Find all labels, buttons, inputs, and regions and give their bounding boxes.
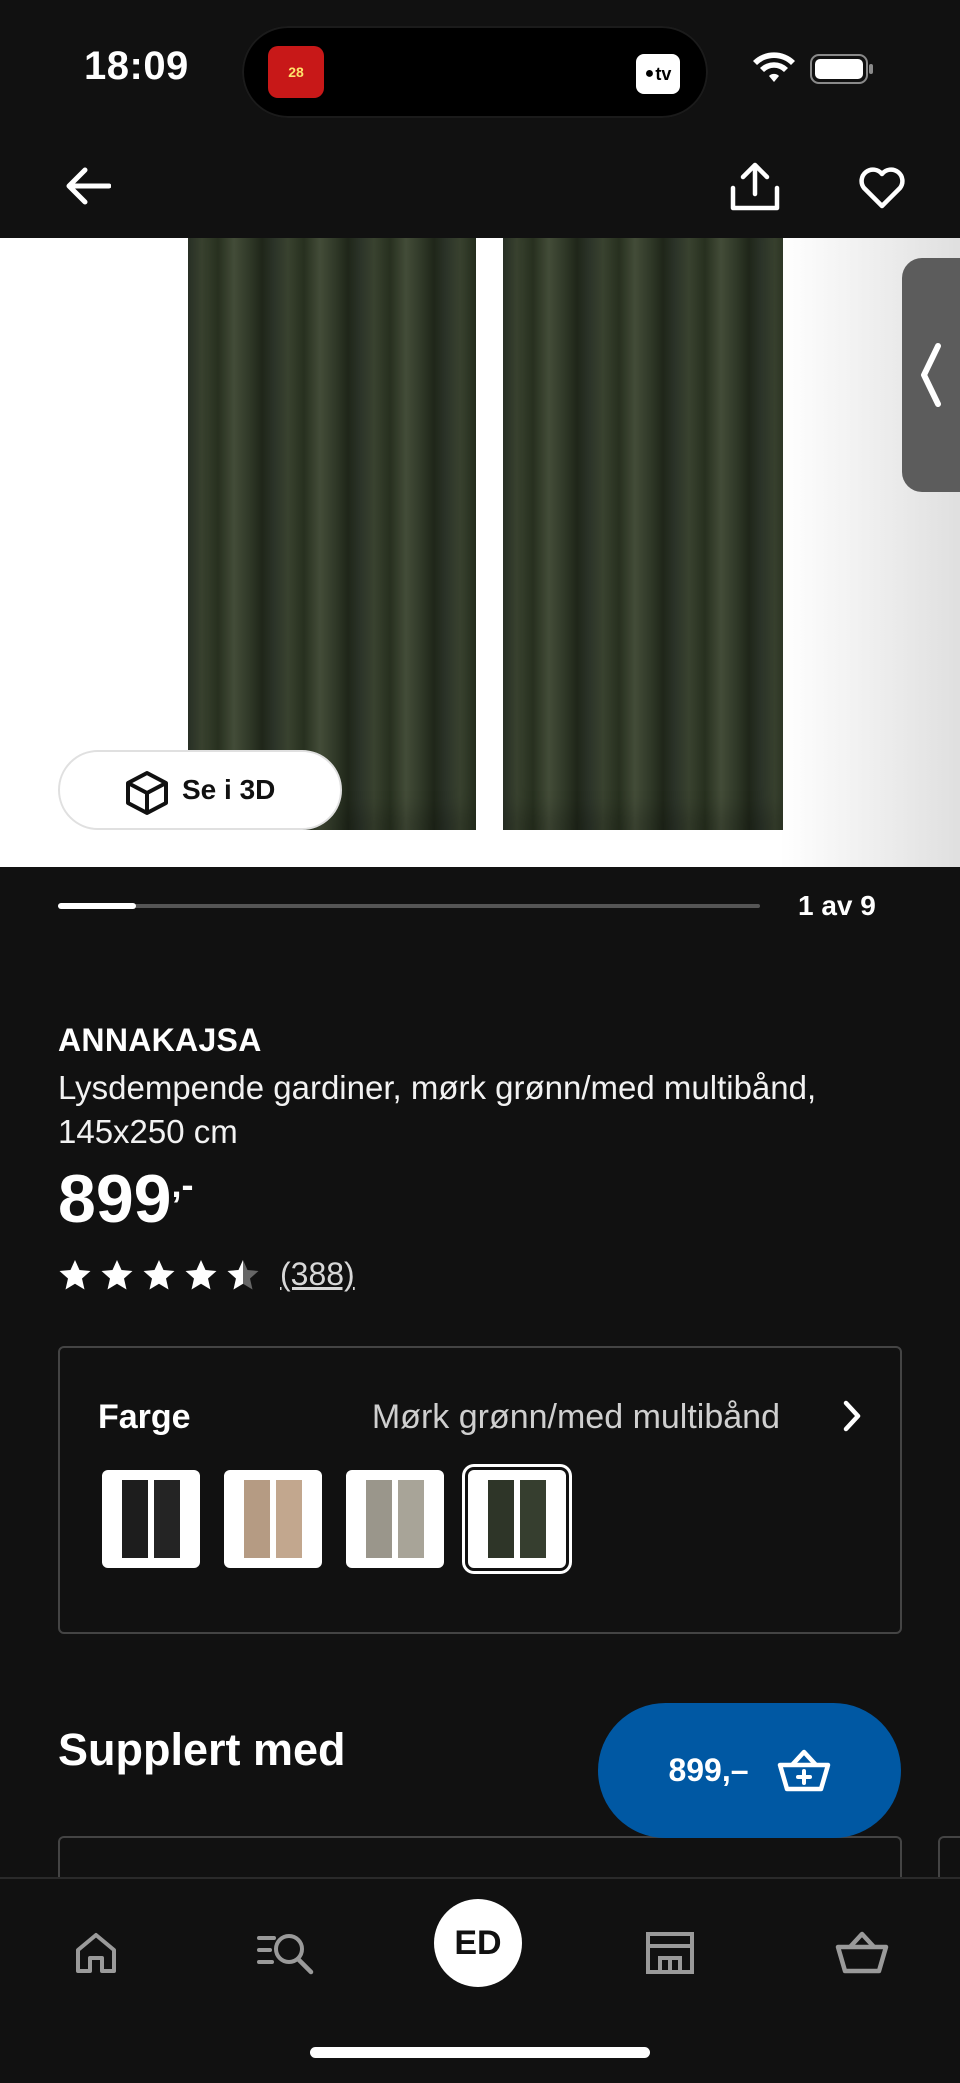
add-to-cart-price: 899,– xyxy=(668,1752,749,1788)
arrow-left-icon xyxy=(66,167,111,205)
add-to-cart-button[interactable]: 899,– xyxy=(598,1703,901,1838)
star-full-icon xyxy=(185,1259,217,1289)
star-half-icon xyxy=(227,1259,259,1289)
star-full-icon xyxy=(101,1259,133,1289)
nav-home[interactable] xyxy=(56,1913,136,1993)
swatch-panel xyxy=(276,1480,302,1558)
review-count-link[interactable]: (388) xyxy=(280,1256,355,1293)
product-name: ANNAKAJSA xyxy=(58,1022,262,1058)
product-image-carousel[interactable]: Se i 3D xyxy=(0,238,960,867)
carousel-scroll-button[interactable] xyxy=(902,258,960,492)
swatch-panel xyxy=(244,1480,270,1558)
apple-tv-label: tv xyxy=(655,63,672,84)
color-label: Farge xyxy=(98,1398,191,1436)
search-icon xyxy=(257,1934,314,1975)
swatch-panel xyxy=(488,1480,514,1558)
product-description: Lysdempende gardiner, mørk grønn/med mul… xyxy=(58,1069,817,1150)
battery-icon xyxy=(810,54,873,84)
swatch-panel xyxy=(122,1480,148,1558)
product-image-right-curtain xyxy=(503,238,783,830)
swatch-panel xyxy=(366,1480,392,1558)
apple-tv-icon: ● tv xyxy=(636,54,680,94)
nav-basket[interactable] xyxy=(822,1913,902,1993)
store-icon xyxy=(646,1932,694,1974)
price-suffix: ,- xyxy=(171,1164,194,1205)
carousel-progress-fill xyxy=(58,903,136,909)
selected-color-value: Mørk grønn/med multibånd xyxy=(371,1398,780,1436)
color-swatch-grey-beige[interactable] xyxy=(346,1470,444,1568)
image-counter: 1 av 9 xyxy=(798,890,876,921)
home-indicator xyxy=(310,2047,650,2058)
swatch-panel xyxy=(520,1480,546,1558)
basket-add-icon xyxy=(777,1749,830,1791)
wifi-icon xyxy=(753,52,795,82)
see-in-3d-label: Se i 3D xyxy=(182,774,276,805)
star-full-icon xyxy=(59,1259,91,1289)
share-button[interactable] xyxy=(724,156,786,218)
island-app-icon: 28 xyxy=(268,46,324,98)
cube-icon xyxy=(126,771,168,815)
share-icon xyxy=(730,162,780,211)
star-full-icon xyxy=(143,1259,175,1289)
product-image-left-curtain xyxy=(188,238,476,830)
product-price: 899,- xyxy=(58,1160,193,1238)
nav-stores[interactable] xyxy=(630,1913,710,1993)
swatch-panel xyxy=(398,1480,424,1558)
back-button[interactable] xyxy=(60,158,116,214)
color-swatch-black[interactable] xyxy=(102,1470,200,1568)
nav-search[interactable] xyxy=(246,1913,326,1993)
heart-icon xyxy=(859,167,905,209)
see-in-3d-button[interactable]: Se i 3D xyxy=(58,750,342,830)
product-rating[interactable]: (388) xyxy=(58,1256,355,1293)
chevron-left-icon xyxy=(921,343,941,407)
carousel-progress-track xyxy=(58,904,760,908)
favorite-button[interactable] xyxy=(852,158,912,218)
chevron-right-icon[interactable] xyxy=(840,1398,864,1434)
status-time: 18:09 xyxy=(84,44,189,88)
price-value: 899 xyxy=(58,1161,172,1237)
color-swatch-dark-green[interactable] xyxy=(468,1470,566,1568)
swatch-panel xyxy=(154,1480,180,1558)
basket-icon xyxy=(835,1931,889,1974)
dynamic-island: 28 ● tv xyxy=(242,26,708,118)
color-swatch-beige[interactable] xyxy=(224,1470,322,1568)
supplement-section-title: Supplert med xyxy=(58,1724,346,1775)
home-icon xyxy=(76,1933,116,1973)
nav-profile-avatar[interactable]: ED xyxy=(434,1899,522,1987)
